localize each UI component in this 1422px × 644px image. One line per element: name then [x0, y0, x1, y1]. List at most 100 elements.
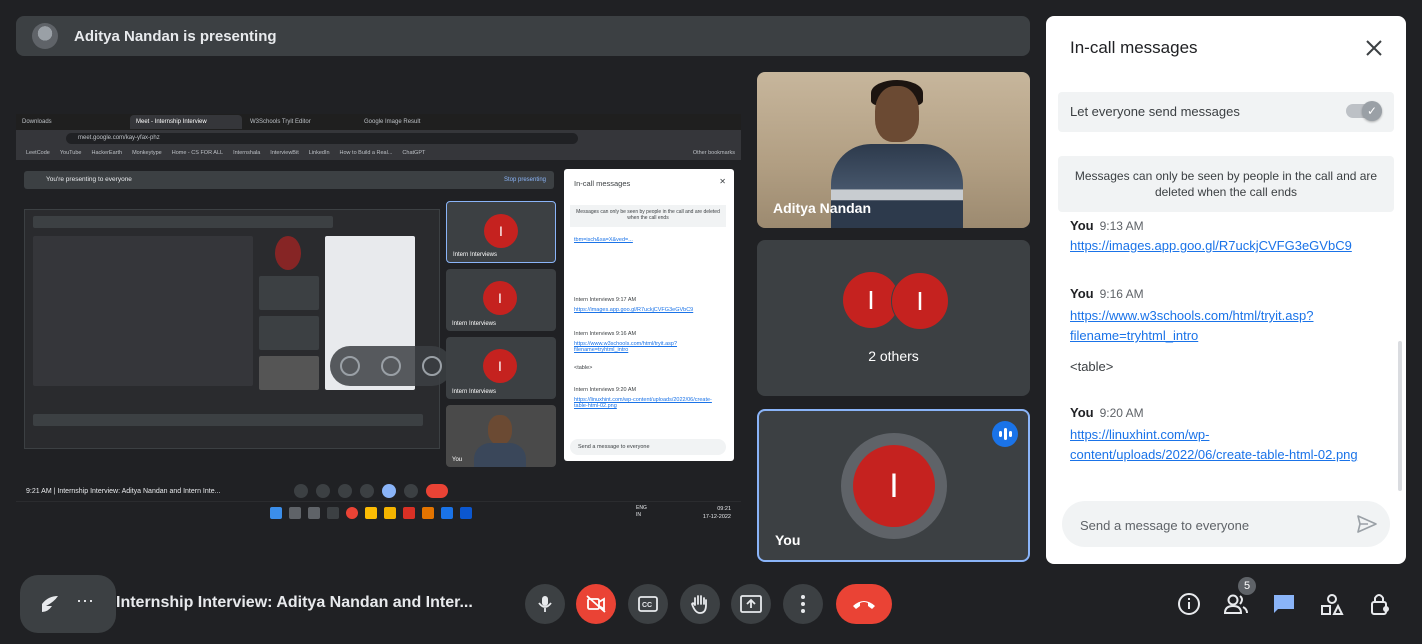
chat-button[interactable] [1270, 590, 1298, 618]
close-icon[interactable] [1362, 36, 1386, 60]
participant-tile-you[interactable]: I You [757, 409, 1030, 562]
volume-off-icon [380, 356, 401, 376]
message-link[interactable]: https://images.app.goo.gl/R7uckjCVFG3eGV… [1070, 236, 1380, 256]
lock-person-icon [1371, 594, 1389, 615]
hand-icon [691, 595, 707, 614]
present-icon [740, 595, 762, 613]
shared-bookmark: Other bookmarks [692, 150, 735, 156]
shared-presenting-bar: You're presenting to everyone Stop prese… [24, 171, 554, 189]
captions-icon: CC [638, 596, 658, 612]
message-header: You 9:20 AM [1070, 405, 1144, 420]
chat-info-note: Messages can only be seen by people in t… [1058, 156, 1394, 212]
message-header: You 9:13 AM [1070, 218, 1144, 233]
more-options-button[interactable] [783, 584, 823, 624]
camera-off-icon [586, 595, 606, 613]
shared-bookmarks-bar: LeetCode YouTube HackerEarth Monkeytype … [16, 146, 741, 161]
shapes-icon [1321, 594, 1344, 615]
people-icon [1223, 594, 1248, 614]
present-screen-button[interactable] [731, 584, 771, 624]
shared-taskbar-lang: ENG IN [636, 505, 647, 518]
message-link[interactable]: https://www.w3schools.com/html/tryit.asp… [1070, 306, 1380, 326]
shared-bookmark: Monkeytype [132, 150, 162, 156]
captions-button[interactable]: CC [628, 584, 668, 624]
meeting-pill[interactable]: ⋯ [20, 575, 116, 633]
presenting-text: Aditya Nandan is presenting [74, 27, 277, 45]
message-link[interactable]: content/uploads/2022/06/create-table-htm… [1070, 445, 1380, 465]
shared-url: meet.google.com/kay-yfax-phz [66, 132, 578, 144]
shared-presenting-text: You're presenting to everyone [46, 176, 132, 183]
remove-icon [421, 356, 442, 376]
message-link[interactable]: https://linuxhint.com/wp- [1070, 425, 1380, 445]
let-everyone-send-toggle[interactable]: ✓ [1346, 101, 1382, 121]
participant-name: You [775, 532, 801, 548]
shared-screen[interactable]: Downloads Meet - Internship Interview W3… [16, 114, 741, 524]
shared-tile: I Intern Interviews [446, 201, 556, 263]
chat-icon [1274, 595, 1294, 613]
microphone-button[interactable] [525, 584, 565, 624]
shared-bookmark: ChatGPT [402, 150, 426, 156]
message-list[interactable]: You 9:13 AM https://images.app.goo.gl/R7u… [1046, 214, 1406, 496]
message-text: <table> [1070, 359, 1114, 374]
send-icon[interactable] [1356, 514, 1378, 534]
chat-input-container [1062, 501, 1390, 549]
shared-bookmark: HackerEarth [91, 150, 123, 156]
panel-title: In-call messages [1070, 38, 1198, 57]
others-caption: 2 others [868, 348, 919, 364]
shared-tile: I Intern Interviews [446, 337, 556, 399]
shared-taskbar: ENG IN 09:21 17-12-2022 [16, 501, 741, 524]
participant-tile-others[interactable]: I I 2 others [757, 240, 1030, 396]
toggle-label: Let everyone send messages [1070, 104, 1240, 119]
shared-hover-controls [330, 346, 452, 386]
shared-tab: Meet - Internship Interview [130, 115, 242, 129]
shared-chat-panel: In-call messages ✕ Messages can only be … [564, 169, 734, 461]
more-dots-icon[interactable]: ⋯ [76, 591, 95, 612]
people-count-badge: 5 [1238, 577, 1256, 595]
meeting-title: Internship Interview: Aditya Nandan and … [116, 594, 473, 611]
shared-browser-tabs: Downloads Meet - Internship Interview W3… [16, 114, 741, 130]
more-vert-icon [801, 595, 805, 613]
info-icon [1178, 593, 1200, 615]
shared-bookmark: LeetCode [26, 150, 50, 156]
microphone-icon [538, 596, 552, 612]
sparkle-icon[interactable] [38, 592, 62, 616]
shared-tile: I Intern Interviews [446, 269, 556, 331]
svg-text:CC: CC [642, 602, 652, 609]
shared-bookmark: How to Build a Real... [339, 150, 393, 156]
check-icon: ✓ [1362, 101, 1382, 121]
shared-tab: W3Schools Tryit Editor [250, 119, 311, 125]
speaking-indicator-icon [992, 421, 1018, 447]
participant-name: Aditya Nandan [773, 200, 872, 216]
shared-tab: Google Image Result [364, 119, 421, 125]
shared-stop-presenting: Stop presenting [503, 177, 546, 183]
meeting-details-button[interactable] [1175, 590, 1203, 618]
presenter-avatar [32, 23, 58, 49]
presenting-banner: Aditya Nandan is presenting [16, 16, 1030, 56]
shared-meet-bottom-bar: 9:21 AM | Internship Interview: Aditya N… [16, 481, 741, 501]
message-header: You 9:16 AM [1070, 286, 1144, 301]
shared-bookmark: LinkedIn [308, 150, 330, 156]
avatar: I [853, 445, 935, 527]
shared-tab: Downloads [22, 119, 52, 125]
shared-bookmark: YouTube [59, 150, 82, 156]
shared-page-body: You're presenting to everyone Stop prese… [16, 161, 741, 481]
shared-taskbar-time: 09:21 17-12-2022 [702, 506, 731, 520]
host-controls-button[interactable] [1366, 590, 1394, 618]
raise-hand-button[interactable] [680, 584, 720, 624]
shared-address-bar: meet.google.com/kay-yfax-phz [16, 130, 741, 146]
chat-message-input[interactable] [1078, 501, 1352, 549]
avatar: I [891, 272, 949, 330]
participant-tile-aditya[interactable]: Aditya Nandan [757, 72, 1030, 228]
activities-button[interactable] [1318, 590, 1346, 618]
camera-off-button[interactable] [576, 584, 616, 624]
shared-self-tile: You [446, 405, 556, 467]
in-call-messages-panel: In-call messages Let everyone send messa… [1046, 16, 1406, 564]
let-everyone-send-row: Let everyone send messages ✓ [1058, 92, 1394, 132]
message-link[interactable]: filename=tryhtml_intro [1070, 326, 1380, 346]
mute-off-icon [340, 356, 361, 376]
chat-scrollbar[interactable] [1398, 341, 1402, 491]
leave-call-button[interactable] [836, 584, 892, 624]
nested-screen-echo [24, 209, 440, 449]
shared-bookmark: Internshala [233, 150, 261, 156]
phone-hangup-icon [853, 601, 875, 609]
shared-bookmark: Home - CS FOR ALL [171, 150, 224, 156]
